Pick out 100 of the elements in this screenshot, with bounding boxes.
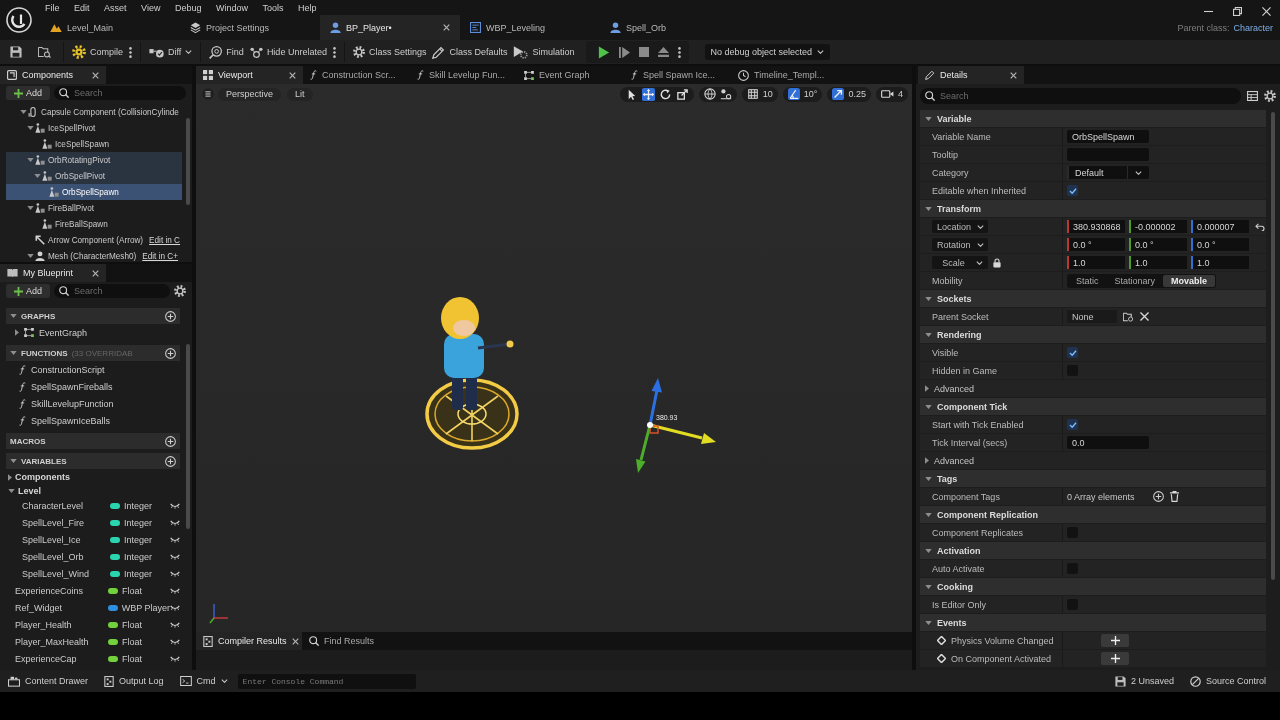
close-icon[interactable]	[443, 24, 450, 31]
menu-item[interactable]: Help	[297, 2, 317, 13]
graph-item[interactable]: EventGraph	[6, 324, 184, 341]
segment-option[interactable]: Movable	[1163, 274, 1216, 287]
caret-down-icon[interactable]	[925, 404, 932, 409]
eye-closed-icon[interactable]	[170, 655, 180, 662]
caret-down-icon[interactable]	[27, 158, 34, 162]
segment-option[interactable]: Static	[1068, 274, 1107, 287]
number-field[interactable]: 1.0	[1191, 256, 1249, 269]
eye-closed-icon[interactable]	[170, 604, 180, 611]
chevron-down-icon[interactable]	[220, 679, 228, 683]
variable-name[interactable]: Player_Health	[6, 619, 108, 630]
logo-icon[interactable]	[6, 7, 32, 33]
number-field[interactable]: 0.000007	[1191, 220, 1249, 233]
variable-name[interactable]: CharacterLevel	[6, 500, 110, 511]
tree-item[interactable]: Capsule Component (CollisionCylinde	[6, 104, 182, 120]
tree-item[interactable]: OrbSpellSpawn	[6, 184, 182, 200]
search-field[interactable]: Search	[920, 88, 1241, 104]
save-icon[interactable]	[10, 46, 22, 58]
eye-closed-icon[interactable]	[170, 587, 180, 594]
add-icon[interactable]	[165, 455, 176, 467]
console-input[interactable]: Enter Console Command	[237, 673, 416, 689]
add-icon[interactable]	[1153, 491, 1164, 502]
caret-down-icon[interactable]	[925, 296, 932, 301]
editor-tab[interactable]: Spell Spawn Ice...	[624, 66, 731, 84]
panel-tab[interactable]: My Blueprint	[0, 264, 106, 282]
menu-item[interactable]: Tools	[262, 2, 284, 13]
step-icon[interactable]	[618, 46, 630, 58]
cmd-button[interactable]: Cmd	[173, 671, 234, 691]
source-control-button[interactable]: Source Control	[1183, 671, 1272, 691]
eye-closed-icon[interactable]	[170, 621, 180, 628]
checkbox[interactable]	[1067, 185, 1078, 196]
chevron-down-icon[interactable]	[976, 260, 983, 265]
eye-closed-icon[interactable]	[170, 553, 180, 560]
variable-type[interactable]: Integer	[124, 534, 153, 545]
caret-right-icon[interactable]	[925, 457, 929, 464]
advanced-toggle[interactable]: Advanced	[934, 383, 975, 394]
tree-item[interactable]: IceSpellSpawn	[6, 136, 182, 152]
toolbar-button[interactable]: Find	[206, 42, 247, 62]
number-field[interactable]: 380.930868	[1067, 220, 1125, 233]
checkbox[interactable]	[1067, 347, 1078, 358]
caret-down-icon[interactable]	[925, 584, 932, 589]
scale-snap-button[interactable]: 0.25	[827, 86, 871, 102]
number-field[interactable]: 0.0 °	[1067, 238, 1125, 251]
function-item[interactable]: SkillLevelupFunction	[6, 395, 184, 412]
checkbox[interactable]	[1067, 419, 1078, 430]
add-icon[interactable]	[165, 435, 176, 447]
trash-icon[interactable]	[1170, 491, 1179, 502]
eye-closed-icon[interactable]	[170, 638, 180, 645]
panel-tab[interactable]: Details	[918, 66, 1024, 84]
grid-snap-button[interactable]: 10	[741, 86, 778, 102]
number-field[interactable]: 0.0 °	[1129, 238, 1187, 251]
output-log-button[interactable]: Output Log	[98, 671, 170, 691]
tree-item[interactable]: Mesh (CharacterMesh0) Edit in C+	[6, 248, 182, 264]
variable-name[interactable]: SpellLevel_Wind	[6, 568, 110, 579]
text-field[interactable]: OrbSpellSpawn	[1067, 130, 1149, 143]
menu-icon[interactable]	[202, 88, 214, 100]
editor-tab[interactable]: Timeline_Templ...	[731, 66, 838, 84]
surface-snap-icon[interactable]	[719, 88, 732, 100]
section-header[interactable]: Activation	[920, 542, 1266, 559]
eye-closed-icon[interactable]	[170, 570, 180, 577]
caret-right-icon[interactable]	[925, 385, 929, 392]
chevron-down-icon[interactable]	[976, 242, 984, 247]
caret-down-icon[interactable]	[925, 332, 932, 337]
panel-tab[interactable]: Find Results	[302, 632, 408, 650]
caret-down-icon[interactable]	[34, 174, 41, 178]
number-field[interactable]: 1.0	[1067, 256, 1125, 269]
close-icon[interactable]	[1262, 6, 1271, 16]
angle-snap-button[interactable]: 10°	[782, 86, 823, 102]
edit-link[interactable]: Edit in C+	[142, 251, 178, 261]
section-header[interactable]: Variable	[920, 110, 1266, 127]
toolbar-button[interactable]: Hide Unrelated	[246, 42, 330, 62]
menu-item[interactable]: View	[141, 2, 161, 13]
menu-item[interactable]: File	[45, 2, 60, 13]
function-item[interactable]: SpellSpawnIceBalls	[6, 412, 184, 429]
section-header[interactable]: GRAPHS	[6, 308, 180, 324]
play-icon[interactable]	[597, 45, 610, 59]
variable-name[interactable]: SpellLevel_Fire	[6, 517, 110, 528]
variable-type[interactable]: Float	[122, 636, 142, 647]
caret-down-icon[interactable]	[27, 206, 34, 210]
reset-icon[interactable]	[1255, 222, 1265, 231]
variable-name[interactable]: ExperienceCoins	[6, 585, 108, 596]
advanced-toggle[interactable]: Advanced	[934, 455, 975, 466]
eye-closed-icon[interactable]	[170, 502, 180, 509]
scrollbar[interactable]	[186, 344, 190, 529]
restore-icon[interactable]	[1233, 6, 1242, 16]
debug-object-dropdown[interactable]: No debug object selected	[704, 44, 831, 60]
document-tab[interactable]: BP_Player•	[320, 15, 460, 40]
add-button[interactable]: Add	[6, 86, 50, 100]
search-field[interactable]: Search	[54, 86, 186, 100]
tree-item[interactable]: IceSpellPivot	[6, 120, 182, 136]
toolbar-button[interactable]: Class Defaults	[429, 42, 511, 62]
section-header[interactable]: Events	[920, 614, 1266, 631]
section-header[interactable]: Transform	[920, 200, 1266, 217]
menu-item[interactable]: Debug	[174, 2, 202, 13]
add-button[interactable]: Add	[6, 284, 50, 298]
caret-down-icon[interactable]	[925, 476, 932, 481]
tree-item[interactable]: FireBallPivot	[6, 200, 182, 216]
scrollbar[interactable]	[186, 118, 190, 205]
editor-tab[interactable]: Construction Scr...	[303, 66, 410, 84]
